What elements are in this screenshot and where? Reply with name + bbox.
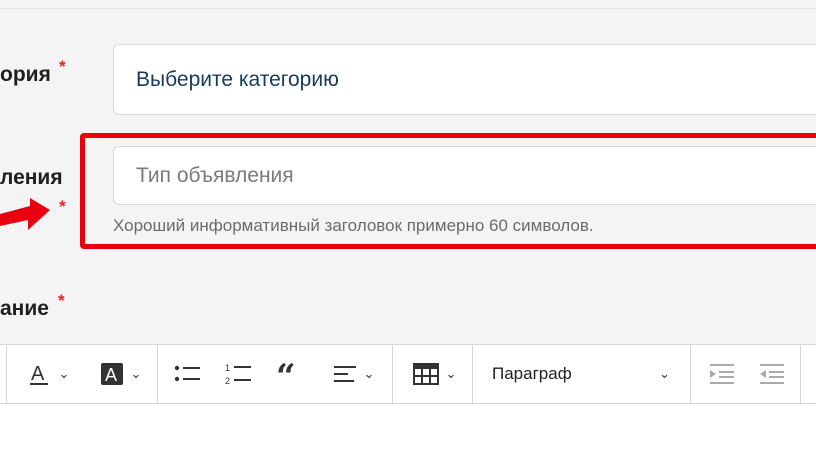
align-left-icon: [333, 366, 356, 382]
toolbar-separator: [472, 345, 473, 403]
decrease-indent-icon: [760, 364, 784, 384]
background-color-icon: A: [100, 363, 123, 385]
increase-indent-button[interactable]: [702, 345, 742, 403]
svg-text:1: 1: [225, 363, 230, 373]
paragraph-format-value: Параграф: [492, 364, 572, 383]
insert-table-button[interactable]: ⌄: [402, 345, 466, 403]
arrow-annotation-icon: [0, 198, 50, 230]
blockquote-button[interactable]: “: [272, 345, 306, 403]
description-label: ание: [0, 297, 49, 320]
toolbar-separator: [392, 345, 393, 403]
background-color-button[interactable]: A ⌄: [90, 345, 150, 403]
font-color-icon: A: [29, 363, 48, 385]
quote-icon: “: [276, 363, 296, 385]
editor-toolbar: A ⌄ A ⌄ 1 2 “ ⌄ ⌄ Параграф ⌄: [0, 344, 816, 404]
increase-indent-icon: [710, 364, 734, 384]
ad-type-required-mark: *: [59, 197, 66, 216]
chevron-down-icon: ⌄: [58, 366, 70, 381]
toolbar-separator: [800, 345, 801, 403]
category-label: ория: [0, 63, 51, 86]
category-select[interactable]: Выберите категорию: [113, 44, 816, 115]
chevron-down-icon: ⌄: [659, 366, 670, 381]
bulleted-list-button[interactable]: [170, 345, 204, 403]
alignment-button[interactable]: ⌄: [322, 345, 384, 403]
chevron-down-icon: ⌄: [363, 366, 375, 381]
svg-text:2: 2: [225, 376, 230, 386]
top-divider: [0, 0, 816, 9]
toolbar-separator: [157, 345, 158, 403]
svg-text:A: A: [31, 363, 45, 385]
paragraph-format-select[interactable]: Параграф ⌄: [476, 345, 686, 403]
toolbar-separator: [690, 345, 691, 403]
svg-text:A: A: [105, 365, 117, 385]
category-required-mark: *: [59, 57, 66, 76]
category-select-value: Выберите категорию: [136, 67, 339, 91]
svg-text:“: “: [276, 363, 296, 385]
font-color-button[interactable]: A ⌄: [20, 345, 76, 403]
toolbar-separator: [6, 345, 7, 403]
numbered-list-icon: 1 2: [225, 363, 251, 386]
chevron-down-icon: ⌄: [445, 366, 457, 381]
description-required-mark: *: [58, 291, 65, 310]
ad-type-label: ления: [0, 166, 63, 189]
table-icon: [412, 363, 439, 385]
description-editor-area[interactable]: [0, 404, 816, 460]
decrease-indent-button[interactable]: [752, 345, 792, 403]
chevron-down-icon: ⌄: [130, 366, 142, 381]
highlight-box: [80, 133, 816, 249]
numbered-list-button[interactable]: 1 2: [220, 345, 256, 403]
bulleted-list-icon: [174, 365, 200, 382]
